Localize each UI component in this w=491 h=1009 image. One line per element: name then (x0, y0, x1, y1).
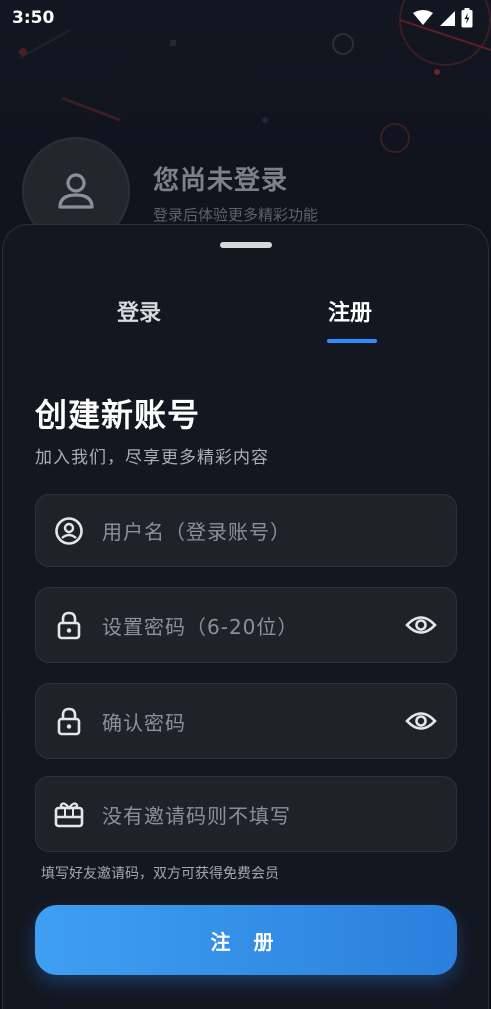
profile-title: 您尚未登录 (153, 166, 289, 196)
register-button[interactable]: 注 册 (35, 905, 457, 975)
sheet-drag-handle[interactable] (220, 242, 272, 248)
form-subtitle: 加入我们，尽享更多精彩内容 (35, 448, 269, 468)
password-field[interactable]: 设置密码（6-20位） (35, 587, 457, 663)
username-input[interactable]: 用户名（登录账号） (102, 516, 438, 545)
battery-icon (461, 8, 473, 28)
wifi-icon (413, 10, 433, 25)
status-icons (413, 8, 473, 28)
user-circle-icon (54, 516, 84, 546)
tab-login[interactable]: 登录 (117, 295, 161, 327)
profile-subtitle: 登录后体验更多精彩功能 (153, 206, 319, 224)
confirm-password-field[interactable]: 确认密码 (35, 683, 457, 759)
status-time: 3:50 (12, 8, 55, 28)
gift-card-icon (54, 799, 84, 829)
user-icon (58, 173, 94, 209)
eye-icon[interactable] (404, 704, 438, 738)
register-sheet: 登录 注册 创建新账号 加入我们，尽享更多精彩内容 用户名（登录账号） 设置密码… (2, 224, 489, 1009)
signal-icon (440, 11, 455, 26)
tab-register[interactable]: 注册 (328, 295, 372, 327)
status-bar: 3:50 (0, 0, 491, 36)
form-title: 创建新账号 (35, 396, 201, 434)
tab-active-indicator (327, 339, 377, 343)
lock-icon (54, 610, 84, 640)
lock-icon (54, 706, 84, 736)
invite-code-input[interactable]: 没有邀请码则不填写 (102, 800, 438, 829)
password-input[interactable]: 设置密码（6-20位） (102, 611, 404, 640)
eye-icon[interactable] (404, 608, 438, 642)
auth-tabs: 登录 注册 (3, 295, 488, 345)
invite-code-field[interactable]: 没有邀请码则不填写 (35, 776, 457, 852)
confirm-password-input[interactable]: 确认密码 (102, 707, 404, 736)
invite-hint: 填写好友邀请码，双方可获得免费会员 (41, 866, 279, 882)
username-field[interactable]: 用户名（登录账号） (35, 494, 457, 567)
